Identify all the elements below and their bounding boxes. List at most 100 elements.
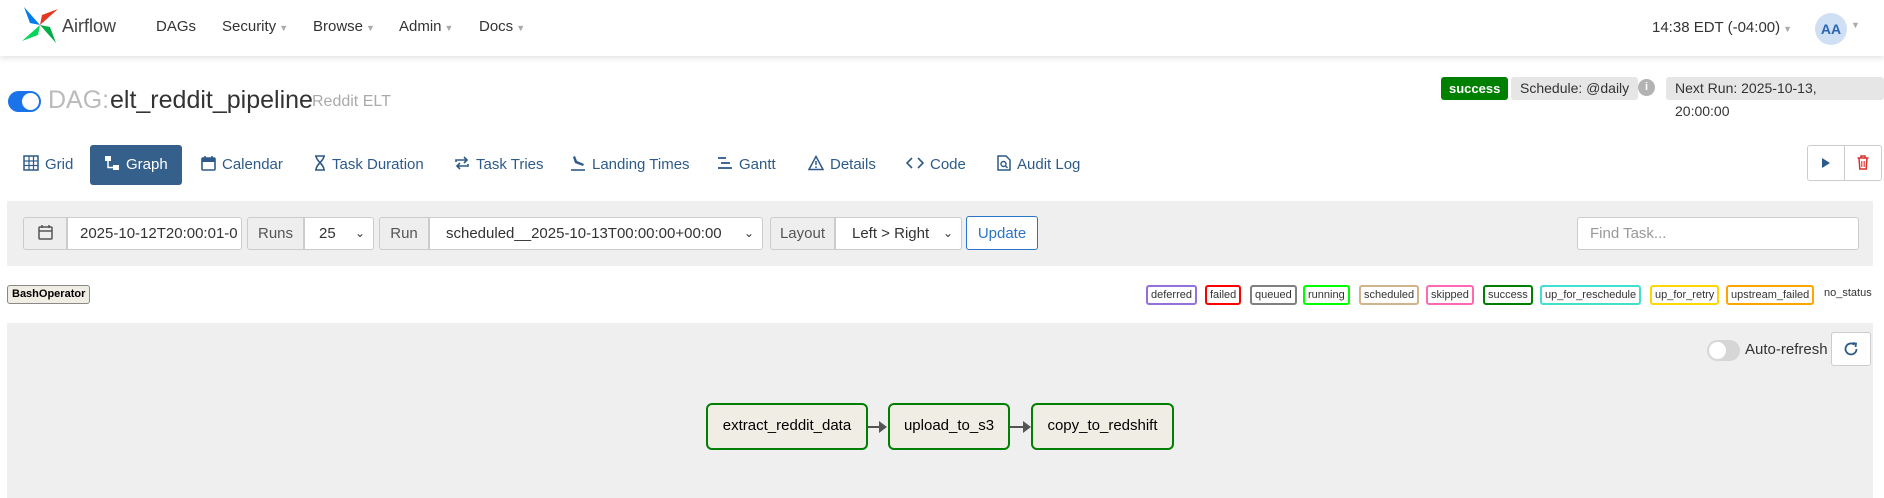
- nav-admin[interactable]: Admin ▼: [399, 18, 453, 35]
- chevron-down-icon: ▼: [516, 23, 526, 33]
- chevron-down-icon: ⌄: [743, 226, 754, 240]
- nav-dags[interactable]: DAGs: [156, 18, 196, 35]
- chevron-down-icon: ⌄: [354, 226, 365, 240]
- auto-refresh-label: Auto-refresh: [1745, 341, 1828, 358]
- brand-name[interactable]: Airflow: [62, 16, 116, 37]
- edge-upload-to-copy: [1010, 426, 1023, 428]
- repeat-icon: [454, 145, 470, 185]
- tab-audit-log-label: Audit Log: [1017, 156, 1081, 173]
- refresh-icon: [1844, 342, 1858, 356]
- calendar-icon: [37, 225, 53, 240]
- nav-admin-label: Admin: [399, 18, 442, 35]
- next-run-badge: Next Run: 2025-10-13, 20:00:00: [1666, 77, 1884, 119]
- dag-pause-toggle[interactable]: [8, 91, 41, 112]
- run-select-value: scheduled__2025-10-13T00:00:00+00:00: [446, 225, 722, 242]
- tab-task-duration-label: Task Duration: [332, 156, 424, 173]
- legend-scheduled[interactable]: scheduled: [1359, 285, 1420, 305]
- tab-audit-log[interactable]: Audit Log: [997, 145, 1080, 185]
- operator-badge-bash[interactable]: BashOperator: [7, 285, 91, 304]
- run-select[interactable]: scheduled__2025-10-13T00:00:00+00:00 ⌄: [429, 217, 763, 250]
- legend-running[interactable]: running: [1303, 285, 1350, 305]
- legend-success[interactable]: success: [1483, 285, 1533, 305]
- runs-label: Runs: [247, 217, 304, 250]
- top-navbar: Airflow DAGs Security ▼ Browse ▼ Admin ▼ Do…: [0, 0, 1884, 56]
- trash-icon: [1857, 155, 1869, 170]
- chevron-down-icon: ▼: [279, 23, 289, 33]
- tab-code-label: Code: [930, 156, 966, 173]
- legend-deferred[interactable]: deferred: [1146, 285, 1197, 305]
- tab-calendar[interactable]: Calendar: [201, 145, 283, 185]
- dag-status-badge: success: [1441, 77, 1509, 100]
- chevron-down-icon: ⌄: [942, 226, 953, 240]
- find-task-input[interactable]: [1577, 217, 1859, 250]
- nav-browse-label: Browse: [313, 18, 364, 35]
- task-node-extract-reddit-data[interactable]: extract_reddit_data: [706, 403, 868, 450]
- layout-label: Layout: [770, 217, 835, 250]
- toggle-knob: [1709, 342, 1726, 359]
- layout-select[interactable]: Left > Right ⌄: [835, 217, 962, 250]
- tab-calendar-label: Calendar: [222, 156, 283, 173]
- dag-title: elt_reddit_pipeline: [110, 86, 313, 114]
- tab-graph-label: Graph: [126, 156, 168, 173]
- tab-landing-times[interactable]: Landing Times: [570, 145, 690, 185]
- nav-docs[interactable]: Docs ▼: [479, 18, 525, 35]
- clock-label: 14:38 EDT (-04:00): [1652, 19, 1781, 36]
- calendar-icon: [201, 145, 216, 185]
- chevron-down-icon: ▼: [444, 23, 454, 33]
- schedule-badge: Schedule: @daily: [1511, 77, 1639, 100]
- legend-failed[interactable]: failed: [1205, 285, 1242, 305]
- toggle-knob: [22, 93, 39, 110]
- layout-select-value: Left > Right: [852, 225, 930, 242]
- edge-arrow: [1023, 421, 1031, 433]
- legend-up-for-reschedule[interactable]: up_for_reschedule: [1540, 285, 1642, 305]
- hourglass-icon: [314, 145, 326, 185]
- edge-arrow: [879, 421, 887, 433]
- tab-landing-times-label: Landing Times: [592, 156, 690, 173]
- timezone-clock[interactable]: 14:38 EDT (-04:00) ▼: [1652, 19, 1792, 36]
- runs-select-value: 25: [319, 225, 336, 242]
- chevron-down-icon: ▼: [366, 23, 375, 33]
- task-node-upload-to-s3[interactable]: upload_to_s3: [888, 403, 1010, 450]
- task-node-copy-to-redshift[interactable]: copy_to_redshift: [1031, 403, 1174, 450]
- file-search-icon: [997, 145, 1011, 185]
- user-avatar[interactable]: AA: [1815, 13, 1847, 45]
- refresh-button[interactable]: [1831, 332, 1871, 366]
- tab-grid[interactable]: Grid: [23, 145, 73, 185]
- graph-icon: [104, 145, 120, 185]
- airflow-logo-icon[interactable]: [20, 5, 60, 45]
- chevron-down-icon[interactable]: ▼: [1851, 20, 1860, 30]
- grid-icon: [23, 145, 39, 185]
- code-icon: [905, 145, 925, 185]
- tab-details[interactable]: Details: [807, 145, 876, 185]
- plane-landing-icon: [570, 145, 586, 185]
- legend-upstream-failed[interactable]: upstream_failed: [1726, 285, 1815, 305]
- play-icon: [1822, 158, 1830, 168]
- info-icon[interactable]: i: [1638, 79, 1655, 96]
- legend-queued[interactable]: queued: [1250, 285, 1297, 305]
- nav-browse[interactable]: Browse ▼: [313, 18, 375, 35]
- gantt-icon: [717, 145, 733, 185]
- datetime-picker-button[interactable]: [23, 217, 67, 250]
- trigger-dag-button[interactable]: [1807, 145, 1845, 181]
- tab-grid-label: Grid: [45, 156, 74, 173]
- base-date-input[interactable]: 2025-10-12T20:00:01-0: [67, 217, 242, 250]
- tab-task-duration[interactable]: Task Duration: [314, 145, 424, 185]
- tab-task-tries-label: Task Tries: [476, 156, 544, 173]
- warning-triangle-icon: [807, 145, 825, 185]
- tab-task-tries[interactable]: Task Tries: [454, 145, 544, 185]
- dag-description: Reddit ELT: [312, 93, 391, 110]
- tab-gantt[interactable]: Gantt: [717, 145, 776, 185]
- run-label: Run: [379, 217, 429, 250]
- runs-select[interactable]: 25 ⌄: [304, 217, 374, 250]
- update-button[interactable]: Update: [966, 216, 1038, 250]
- nav-security[interactable]: Security ▼: [222, 18, 288, 35]
- legend-up-for-retry[interactable]: up_for_retry: [1650, 285, 1720, 305]
- auto-refresh-toggle[interactable]: [1707, 340, 1740, 361]
- tab-code[interactable]: Code: [905, 145, 966, 185]
- tab-graph[interactable]: Graph: [90, 145, 182, 185]
- legend-no-status[interactable]: no_status: [1824, 287, 1872, 299]
- delete-dag-button[interactable]: [1844, 145, 1882, 181]
- legend-skipped[interactable]: skipped: [1426, 285, 1474, 305]
- chevron-down-icon: ▼: [1783, 24, 1793, 34]
- edge-extract-to-upload: [868, 426, 879, 428]
